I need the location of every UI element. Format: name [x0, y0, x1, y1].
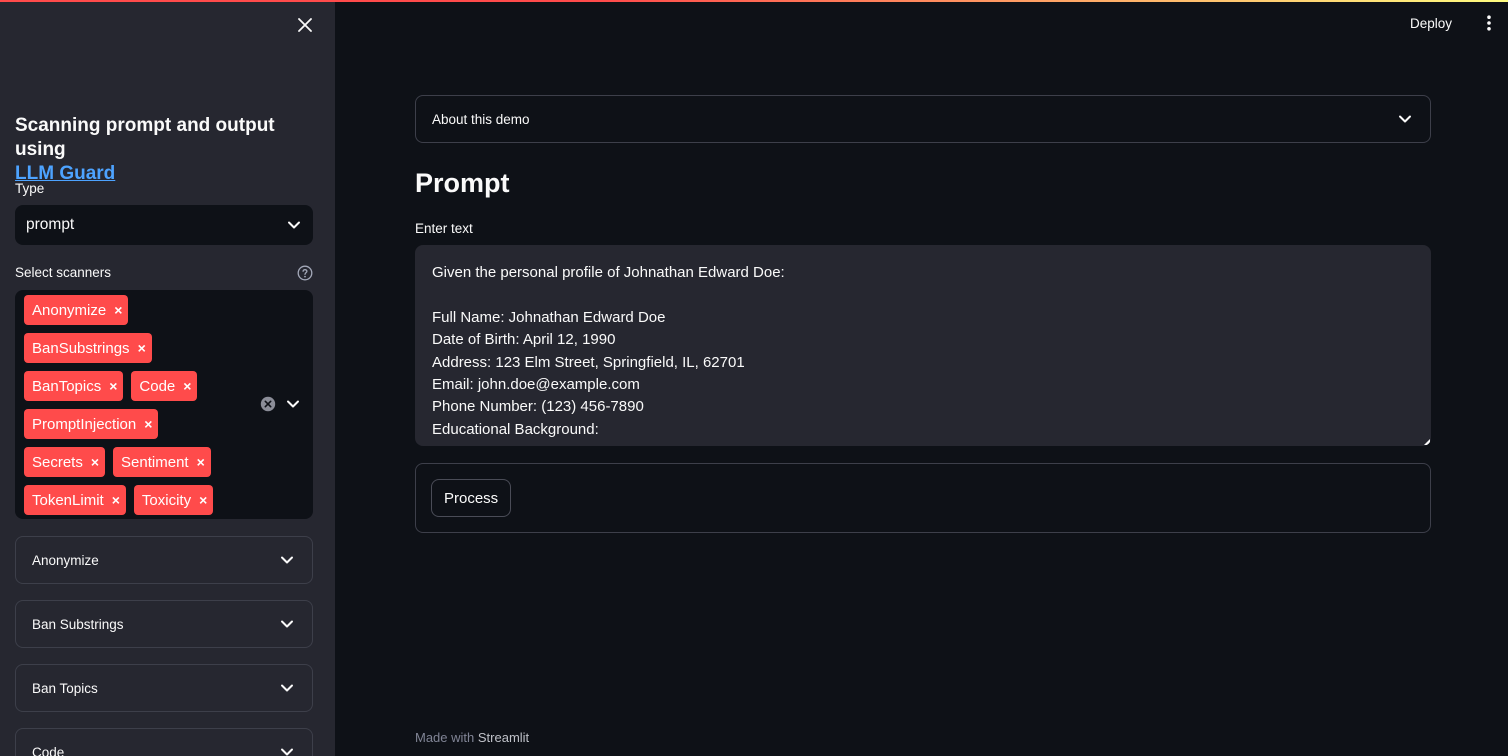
scanner-tag[interactable]: Toxicity × — [133, 485, 214, 515]
textarea-line: Date of Birth: April 12, 1990 — [432, 331, 616, 349]
scanner-expander-label: Ban Topics — [32, 680, 98, 696]
type-label: Type — [15, 181, 45, 196]
textarea-line: Address: 123 Elm Street, Springfield, IL… — [432, 353, 745, 371]
remove-tag-icon[interactable]: × — [144, 417, 152, 431]
page-title: Prompt — [415, 168, 510, 198]
textarea-line: Full Name: Johnathan Edward Doe — [432, 308, 666, 326]
scanner-tag[interactable]: Anonymize × — [24, 295, 129, 325]
scanner-tag[interactable]: Secrets × — [24, 447, 106, 477]
scanners-multiselect[interactable]: Anonymize × BanSubstrings × BanTopics × Code × P… — [15, 290, 313, 519]
top-decoration-bar — [0, 0, 1508, 2]
selected-tags: Anonymize × BanSubstrings × BanTopics × Code × P… — [24, 295, 254, 523]
about-demo-label: About this demo — [432, 111, 530, 127]
tag-row: BanSubstrings × — [24, 333, 254, 363]
remove-tag-icon[interactable]: × — [199, 493, 207, 507]
scanner-tag[interactable]: PromptInjection × — [24, 409, 159, 439]
main-menu-button[interactable] — [1480, 12, 1498, 34]
remove-tag-icon[interactable]: × — [112, 493, 120, 507]
footer: Made with Streamlit — [415, 730, 529, 745]
scanner-expander[interactable]: Ban Topics — [15, 664, 313, 712]
chevron-down-icon[interactable] — [285, 396, 301, 412]
sidebar-close-button[interactable] — [292, 12, 318, 38]
tag-row: BanTopics × Code × — [24, 371, 254, 401]
type-select[interactable]: prompt — [15, 205, 313, 245]
vertical-dots-icon — [1487, 15, 1491, 31]
scanner-tag[interactable]: BanSubstrings × — [24, 333, 152, 363]
tag-row: Secrets × Sentiment × — [24, 447, 254, 477]
chevron-down-icon — [281, 684, 293, 692]
scanner-tag-label: PromptInjection — [32, 415, 137, 433]
sidebar-title-text: Scanning prompt and output using — [15, 115, 275, 160]
scanner-tag-label: Secrets — [32, 453, 83, 471]
remove-tag-icon[interactable]: × — [197, 455, 205, 469]
footer-prefix: Made with — [415, 730, 475, 745]
scanner-tag-label: TokenLimit — [32, 491, 104, 509]
scanner-expander[interactable]: Code — [15, 728, 313, 756]
textarea-line — [432, 284, 1415, 306]
textarea-line: Educational Background: — [432, 420, 599, 438]
remove-tag-icon[interactable]: × — [109, 379, 117, 393]
tag-row: Anonymize × — [24, 295, 254, 325]
scanner-expander[interactable]: Ban Substrings — [15, 600, 313, 648]
about-demo-expander[interactable]: About this demo — [415, 95, 1431, 143]
streamlit-link[interactable]: Streamlit — [478, 730, 529, 745]
close-icon — [298, 18, 312, 32]
scanner-tag-label: BanSubstrings — [32, 339, 130, 357]
sidebar-title: Scanning prompt and output using LLM Gua… — [15, 114, 320, 186]
remove-tag-icon[interactable]: × — [114, 303, 122, 317]
input-label: Enter text — [415, 221, 473, 236]
help-circle-icon[interactable] — [297, 265, 313, 281]
resize-handle-icon[interactable] — [1424, 439, 1430, 445]
sidebar: Scanning prompt and output using LLM Gua… — [0, 0, 335, 756]
submit-form: Process — [415, 463, 1431, 533]
textarea-line: Email: john.doe@example.com — [432, 375, 640, 393]
scanner-tag-label: Toxicity — [141, 491, 192, 509]
tag-row: PromptInjection × — [24, 409, 254, 439]
type-select-value: prompt — [26, 216, 75, 233]
scanner-tag-label: Anonymize — [32, 301, 107, 319]
scanner-expander-label: Code — [32, 744, 65, 756]
scanner-tag-label: Code — [139, 377, 176, 395]
chevron-down-icon — [288, 221, 300, 229]
textarea-line: Given the personal profile of Johnathan … — [432, 264, 785, 281]
scanner-expander[interactable]: Anonymize — [15, 536, 313, 584]
scanner-tag[interactable]: Sentiment × — [113, 447, 211, 477]
tag-row: TokenLimit × Toxicity × — [24, 485, 254, 515]
scanner-tag[interactable]: BanTopics × — [24, 371, 124, 401]
textarea-line: Phone Number: (123) 456-7890 — [432, 398, 644, 416]
chevron-down-icon — [281, 748, 293, 756]
deploy-button[interactable]: Deploy — [1410, 10, 1452, 36]
chevron-down-icon — [281, 556, 293, 564]
scanners-label: Select scanners — [15, 265, 112, 280]
scanner-tag[interactable]: TokenLimit × — [24, 485, 126, 515]
process-button[interactable]: Process — [431, 479, 512, 517]
clear-circle-icon[interactable] — [260, 396, 276, 412]
remove-tag-icon[interactable]: × — [183, 379, 191, 393]
chevron-down-icon — [1399, 115, 1411, 123]
scanner-tag-label: Sentiment — [121, 453, 189, 471]
scanner-tag[interactable]: Code × — [131, 371, 198, 401]
scanner-expander-label: Ban Substrings — [32, 616, 124, 632]
scanner-expander-label: Anonymize — [32, 552, 99, 568]
scanner-tag-label: BanTopics — [32, 377, 102, 395]
prompt-textarea[interactable]: Given the personal profile of Johnathan … — [415, 245, 1431, 446]
chevron-down-icon — [281, 620, 293, 628]
remove-tag-icon[interactable]: × — [91, 455, 99, 469]
remove-tag-icon[interactable]: × — [138, 341, 146, 355]
